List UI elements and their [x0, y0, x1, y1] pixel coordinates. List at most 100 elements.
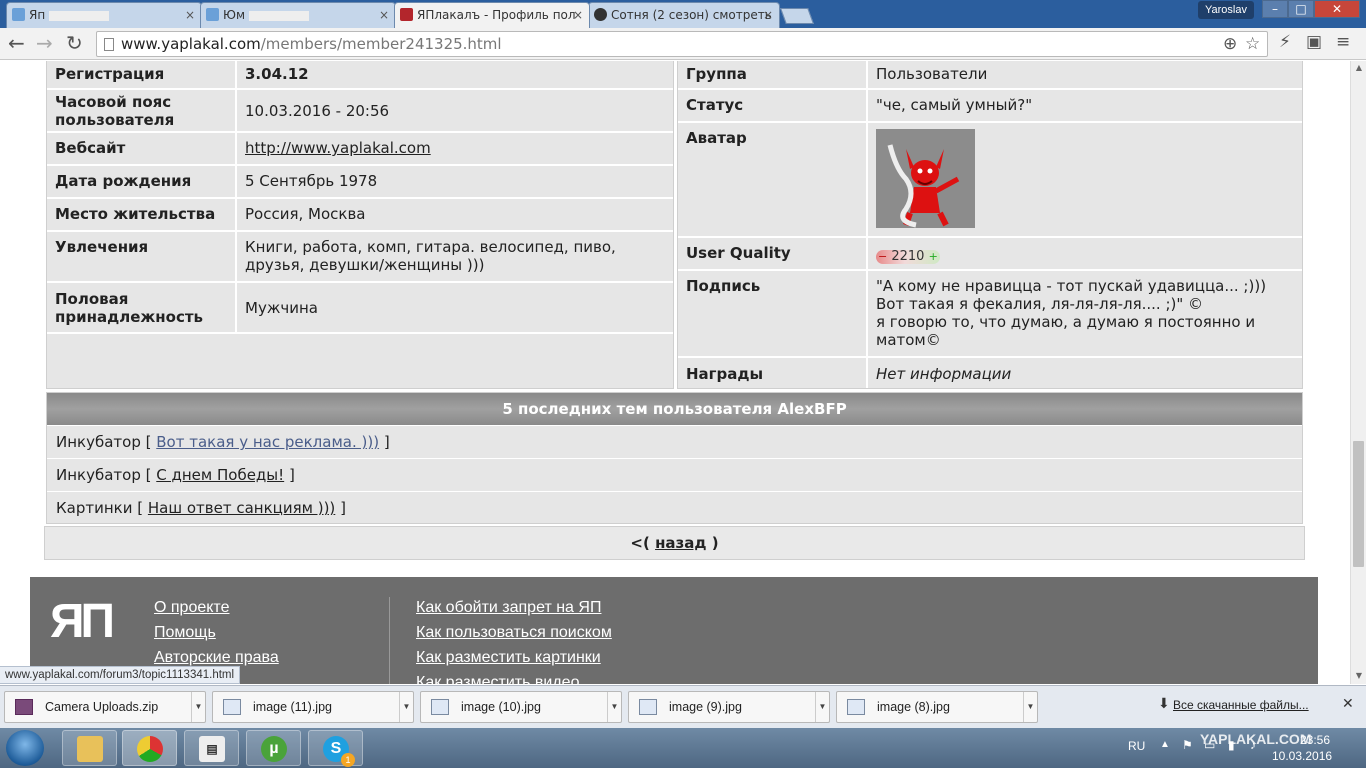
chevron-down-icon[interactable]: ▼: [1023, 692, 1037, 722]
skype-taskbar-button[interactable]: S 1: [308, 730, 363, 767]
tray-expand-icon[interactable]: ▲: [1160, 739, 1170, 750]
download-item[interactable]: image (11).jpg ▼: [212, 691, 414, 723]
field-label: Награды: [686, 365, 764, 383]
page-scrollbar[interactable]: ▲ ▼: [1350, 61, 1366, 684]
window-icon: ▤: [199, 736, 225, 762]
profile-row-interests: Увлечения Книги, работа, комп, гитара. в…: [47, 232, 673, 283]
signal-icon[interactable]: ▮: [1228, 738, 1235, 752]
scroll-down-arrow-icon[interactable]: ▼: [1351, 669, 1366, 683]
footer-link-video-help[interactable]: Как разместить видео: [416, 674, 579, 684]
topic-link[interactable]: С днем Победы!: [156, 466, 284, 484]
yaplakal-favicon-icon: [400, 8, 413, 21]
topic-link[interactable]: Вот такая у нас реклама. ))): [156, 433, 379, 451]
chevron-down-icon[interactable]: ▼: [815, 692, 829, 722]
close-icon[interactable]: ×: [763, 3, 773, 27]
chevron-down-icon[interactable]: ▼: [607, 692, 621, 722]
utorrent-icon: µ: [261, 736, 287, 762]
windows-taskbar: ▤ µ S 1 YAPLAKAL.COM RU ▲ ⚑ ▭ ▮ ♪ 23:56 …: [0, 728, 1366, 768]
field-value: 5 Сентябрь 1978: [235, 166, 673, 197]
topic-link[interactable]: Наш ответ санкциям ))): [148, 499, 335, 517]
rate-up-button[interactable]: +: [929, 250, 938, 263]
field-label: Дата рождения: [55, 172, 192, 190]
clock-time[interactable]: 23:56: [1300, 733, 1330, 747]
reload-icon[interactable]: ↻: [66, 32, 83, 54]
tab-1[interactable]: Яп ×: [6, 2, 202, 28]
field-value: Мужчина: [235, 283, 673, 332]
windows-start-button[interactable]: [6, 730, 44, 766]
footer-link-search-help[interactable]: Как пользоваться поиском: [416, 624, 612, 642]
minimize-button[interactable]: –: [1262, 0, 1288, 18]
image-file-icon: [431, 699, 449, 715]
tab-2[interactable]: Юм ×: [200, 2, 396, 28]
battery-icon[interactable]: ▭: [1204, 738, 1215, 752]
flag-icon[interactable]: ⚑: [1182, 738, 1193, 752]
tab-active-profile[interactable]: ЯПлакалъ - Профиль пол ×: [394, 2, 590, 28]
back-bar: <( назад ): [44, 526, 1305, 560]
footer-link-images-help[interactable]: Как разместить картинки: [416, 649, 601, 667]
field-value: "че, самый умный?": [866, 90, 1302, 121]
field-value: Россия, Москва: [235, 199, 673, 230]
new-tab-button[interactable]: [780, 8, 814, 24]
field-label: Часовой пояс пользователя: [55, 93, 175, 129]
app-taskbar-button[interactable]: ▤: [184, 730, 239, 766]
signature-line: матом©: [876, 331, 941, 349]
chrome-taskbar-button[interactable]: [122, 730, 177, 766]
download-item[interactable]: Camera Uploads.zip ▼: [4, 691, 206, 723]
back-link[interactable]: назад: [655, 534, 706, 552]
recent-topics-header: 5 последних тем пользователя AlexBFP: [47, 393, 1302, 425]
lightning-extension-icon[interactable]: ⚡: [1279, 32, 1291, 52]
chrome-icon: [137, 736, 163, 762]
download-item[interactable]: image (9).jpg ▼: [628, 691, 830, 723]
scroll-up-arrow-icon[interactable]: ▲: [1351, 61, 1366, 75]
close-icon[interactable]: ×: [185, 3, 195, 27]
footer-link-about[interactable]: О проекте: [154, 599, 229, 617]
field-value: "А кому не нравицца - тот пускай удавицц…: [866, 271, 1302, 356]
profile-row-gender: Половая принадлежность Мужчина: [47, 283, 673, 334]
rate-down-button[interactable]: −: [878, 250, 887, 263]
close-icon[interactable]: ✕: [1342, 696, 1354, 712]
field-value: 10.03.2016 - 20:56: [235, 90, 673, 131]
recent-topics-panel: 5 последних тем пользователя AlexBFP Инк…: [46, 392, 1303, 524]
footer-link-bypass[interactable]: Как обойти запрет на ЯП: [416, 599, 601, 617]
scroll-thumb[interactable]: [1353, 441, 1364, 567]
yaplakal-logo[interactable]: ЯП: [50, 597, 130, 667]
field-label: Подпись: [686, 277, 761, 295]
utorrent-taskbar-button[interactable]: µ: [246, 730, 301, 766]
profile-right-panel: Группа Пользователи Статус "че, самый ум…: [677, 61, 1303, 389]
volume-icon[interactable]: ♪: [1250, 738, 1256, 752]
clock-date[interactable]: 10.03.2016: [1272, 749, 1332, 763]
language-indicator[interactable]: RU: [1128, 739, 1145, 753]
forward-arrow-icon[interactable]: →: [36, 32, 53, 54]
download-item[interactable]: image (10).jpg ▼: [420, 691, 622, 723]
chevron-down-icon[interactable]: ▼: [399, 692, 413, 722]
bookmark-star-icon[interactable]: ☆: [1245, 32, 1260, 56]
zoom-icon[interactable]: ⊕: [1223, 32, 1237, 56]
tab-4[interactable]: Сотня (2 сезон) смотреть ×: [588, 2, 780, 28]
profile-row-location: Место жительства Россия, Москва: [47, 199, 673, 232]
quality-rating-badge: − 2210 +: [876, 250, 940, 264]
close-icon[interactable]: ×: [573, 3, 583, 27]
show-all-downloads-link[interactable]: Все скачанные файлы...: [1173, 698, 1309, 712]
field-value: http://www.yaplakal.com: [235, 133, 673, 164]
profile-badge[interactable]: Yaroslav: [1198, 1, 1254, 19]
signature-line: "А кому не нравицца - тот пускай удавицц…: [876, 277, 1267, 295]
maximize-button[interactable]: □: [1288, 0, 1314, 18]
website-link[interactable]: http://www.yaplakal.com: [245, 139, 431, 157]
close-icon[interactable]: ×: [379, 3, 389, 27]
download-item[interactable]: image (8).jpg ▼: [836, 691, 1038, 723]
extension-icon[interactable]: ▣: [1306, 32, 1322, 52]
close-window-button[interactable]: ✕: [1314, 0, 1360, 18]
field-value: Пользователи: [866, 61, 1302, 88]
image-file-icon: [223, 699, 241, 715]
menu-icon[interactable]: ≡: [1336, 32, 1350, 52]
chevron-down-icon[interactable]: ▼: [191, 692, 205, 722]
field-label: User Quality: [686, 244, 791, 262]
address-bar[interactable]: www.yaplakal.com/members/member241325.ht…: [96, 31, 1268, 57]
footer-link-copyright[interactable]: Авторские права: [154, 649, 279, 667]
field-value: Нет информации: [866, 358, 1302, 388]
explorer-taskbar-button[interactable]: [62, 730, 117, 766]
footer-link-help[interactable]: Помощь: [154, 624, 216, 642]
site-favicon-icon: [206, 8, 219, 21]
profile-row-timezone: Часовой пояс пользователя 10.03.2016 - 2…: [47, 90, 673, 133]
back-arrow-icon[interactable]: ←: [8, 32, 25, 54]
